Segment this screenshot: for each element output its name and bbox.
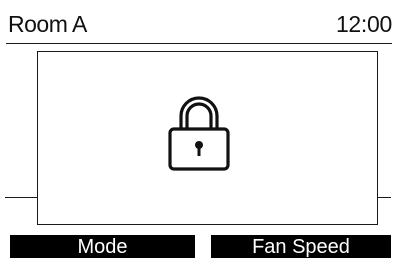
clock-time: 12:00 (335, 11, 392, 37)
divider-line-left (5, 197, 38, 198)
fan-speed-button[interactable]: Fan Speed (211, 235, 391, 258)
room-name: Room A (8, 11, 87, 37)
mode-button[interactable]: Mode (10, 235, 195, 258)
header-bar: Room A 12:00 (6, 0, 392, 44)
lock-dialog (37, 51, 378, 225)
lock-icon (168, 96, 230, 171)
divider-line-right (377, 197, 391, 198)
thermostat-screen: Room A 12:00 Mode Fan Speed (0, 0, 395, 258)
